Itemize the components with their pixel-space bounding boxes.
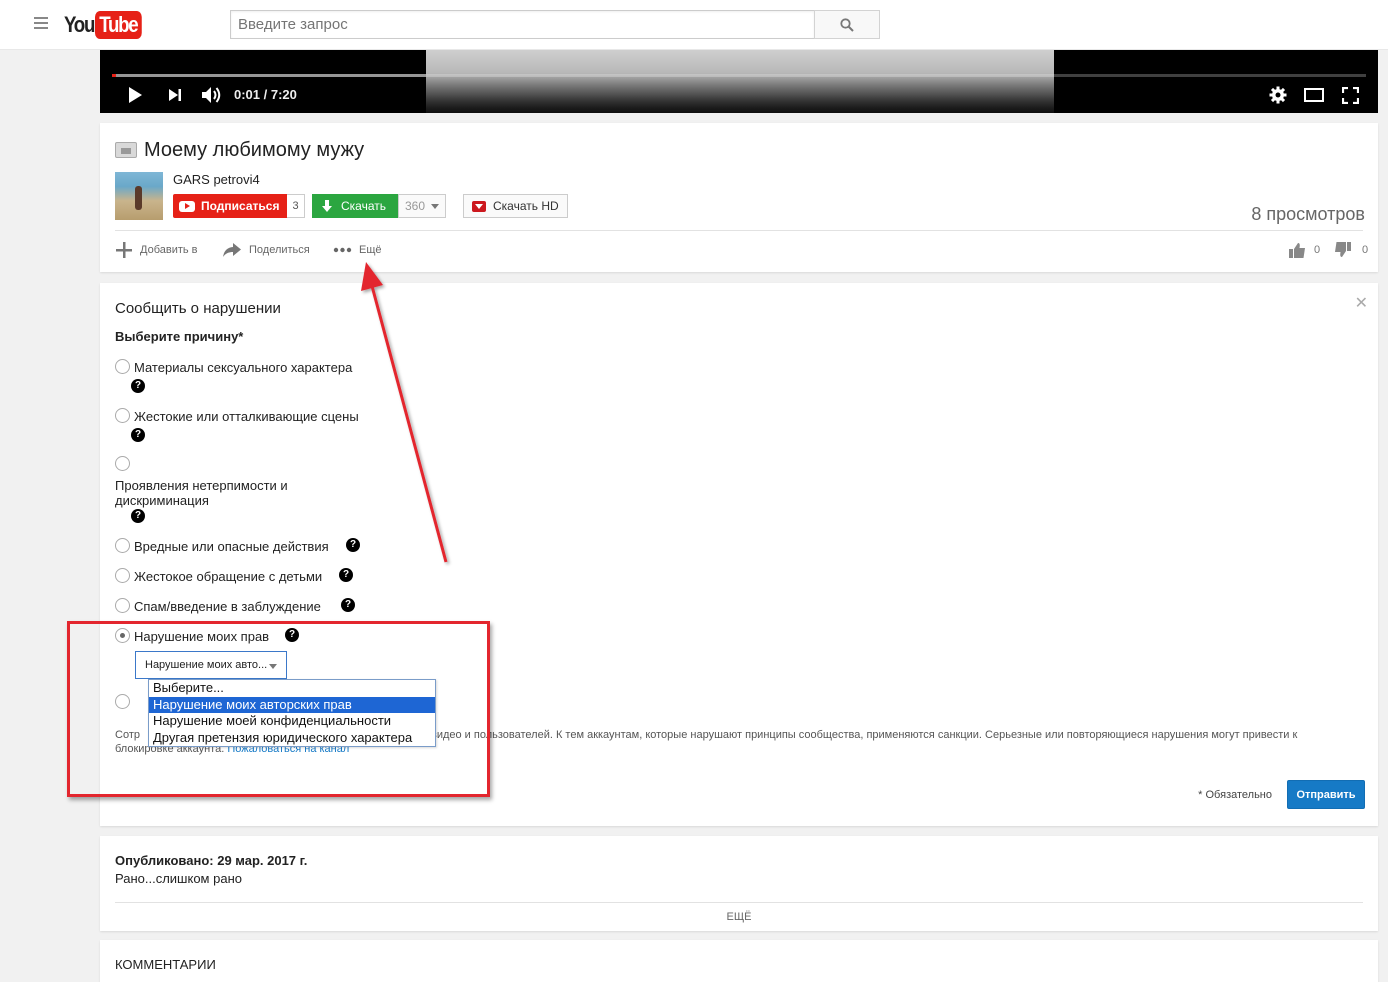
publish-date: Опубликовано: 29 мар. 2017 г. (115, 853, 308, 868)
divider (115, 902, 1363, 903)
show-more-button[interactable]: ЕЩЁ (100, 911, 1378, 923)
subscriber-count: 3 (287, 194, 305, 218)
dislike-button[interactable]: 0 (1334, 241, 1368, 259)
reason-radio-violent[interactable] (115, 408, 130, 423)
help-icon[interactable]: ? (341, 598, 355, 612)
reason-label-spam[interactable]: Спам/введение в заблуждение (134, 599, 321, 614)
share-icon (223, 243, 241, 257)
description-text: Рано...слишком рано (115, 871, 242, 886)
reason-label-violent[interactable]: Жестокие или отталкивающие сцены (134, 409, 359, 424)
add-to-button[interactable]: Добавить в (115, 241, 198, 259)
search-input[interactable] (230, 10, 814, 39)
comments-card: КОММЕНТАРИИ (100, 940, 1378, 982)
share-label: Поделиться (249, 244, 310, 256)
subscribe-button-group: Подписаться 3 (173, 194, 305, 218)
download-button[interactable]: Скачать (312, 194, 398, 218)
play-button[interactable] (126, 85, 144, 105)
download-label: Скачать (341, 199, 386, 213)
help-icon[interactable]: ? (131, 428, 145, 442)
note-part2: видео и пользователей. К тем аккаунтам, … (430, 729, 1298, 741)
help-icon[interactable]: ? (339, 568, 353, 582)
submit-button[interactable]: Отправить (1287, 780, 1365, 809)
thumbs-down-icon (1335, 242, 1351, 257)
next-icon (169, 89, 181, 101)
chevron-down-icon (431, 203, 440, 209)
channel-name[interactable]: GARS petrovi4 (173, 172, 260, 187)
reason-label-sexual[interactable]: Материалы сексуального характера (134, 360, 352, 375)
help-icon[interactable]: ? (131, 379, 145, 393)
time-display: 0:01 / 7:20 (234, 87, 297, 102)
more-icon (333, 247, 352, 253)
close-icon[interactable]: ✕ (1355, 293, 1368, 313)
play-icon (129, 87, 142, 103)
video-title: Моему любимому мужу (144, 139, 365, 161)
download-hd-icon (472, 200, 486, 212)
subscribe-button[interactable]: Подписаться (173, 194, 288, 218)
gear-icon (1269, 86, 1287, 104)
download-quality-select[interactable]: 360 (398, 194, 447, 218)
report-title: Сообщить о нарушении (115, 300, 281, 317)
download-button-group: Скачать 360 (312, 194, 447, 218)
search-button[interactable] (814, 10, 880, 39)
channel-avatar[interactable] (115, 172, 163, 220)
theater-icon (1304, 88, 1324, 102)
private-video-icon (115, 142, 137, 158)
thumbs-up-icon (1289, 243, 1305, 258)
dislike-count: 0 (1362, 244, 1369, 256)
reason-radio-hateful[interactable] (115, 456, 130, 471)
search-form (230, 10, 880, 39)
description-card: Опубликовано: 29 мар. 2017 г. Рано...сли… (100, 836, 1378, 931)
reason-radio-harmful[interactable] (115, 538, 130, 553)
search-icon (840, 17, 854, 32)
more-actions-button[interactable]: Ещё (333, 241, 382, 259)
volume-button[interactable] (200, 85, 222, 105)
youtube-logo[interactable]: You Tube (64, 10, 150, 40)
reason-radio-spam[interactable] (115, 598, 130, 613)
progress-bar[interactable] (112, 74, 1366, 77)
annotation-highlight-box (67, 621, 490, 797)
video-player[interactable]: 0:01 / 7:20 (100, 50, 1378, 113)
video-info-card: Моему любимому мужу GARS petrovi4 Подпис… (100, 123, 1378, 272)
fullscreen-button[interactable] (1340, 85, 1360, 105)
reason-radio-child-abuse[interactable] (115, 568, 130, 583)
divider (115, 230, 1363, 231)
comments-title: КОММЕНТАРИИ (115, 957, 216, 972)
like-button[interactable]: 0 (1288, 241, 1320, 259)
settings-button[interactable] (1268, 85, 1288, 105)
reason-radio-sexual[interactable] (115, 359, 130, 374)
download-hd-button[interactable]: Скачать HD (463, 194, 568, 218)
reason-label-child-abuse[interactable]: Жестокое обращение с детьми (134, 569, 322, 584)
reason-label-hateful[interactable]: Проявления нетерпимости и дискриминация (115, 478, 315, 508)
view-count: 8 просмотров (1251, 204, 1365, 224)
download-quality-value: 360 (405, 199, 426, 213)
volume-icon (201, 87, 220, 103)
more-actions-label: Ещё (359, 244, 382, 256)
add-to-label: Добавить в (140, 244, 198, 256)
subscribe-label: Подписаться (201, 199, 280, 213)
share-button[interactable]: Поделиться (222, 241, 310, 259)
next-button[interactable] (167, 85, 183, 105)
report-subtitle: Выберите причину* (115, 329, 244, 344)
help-icon[interactable]: ? (131, 509, 145, 523)
reason-label-harmful[interactable]: Вредные или опасные действия (134, 539, 329, 554)
like-count: 0 (1314, 244, 1321, 256)
plus-icon (116, 242, 132, 258)
guide-menu-icon[interactable] (34, 17, 48, 29)
progress-played (112, 74, 116, 77)
download-arrow-icon (322, 200, 332, 212)
help-icon[interactable]: ? (346, 538, 360, 552)
logo-tube-text: Tube (95, 11, 143, 39)
progress-loaded (112, 74, 426, 77)
logo-you-text: You (64, 12, 95, 37)
download-hd-label: Скачать HD (493, 199, 559, 213)
masthead: You Tube (0, 0, 1388, 50)
youtube-play-icon (179, 200, 195, 212)
theater-mode-button[interactable] (1303, 85, 1325, 105)
fullscreen-icon (1341, 86, 1359, 104)
required-note: * Обязательно (1198, 789, 1272, 801)
